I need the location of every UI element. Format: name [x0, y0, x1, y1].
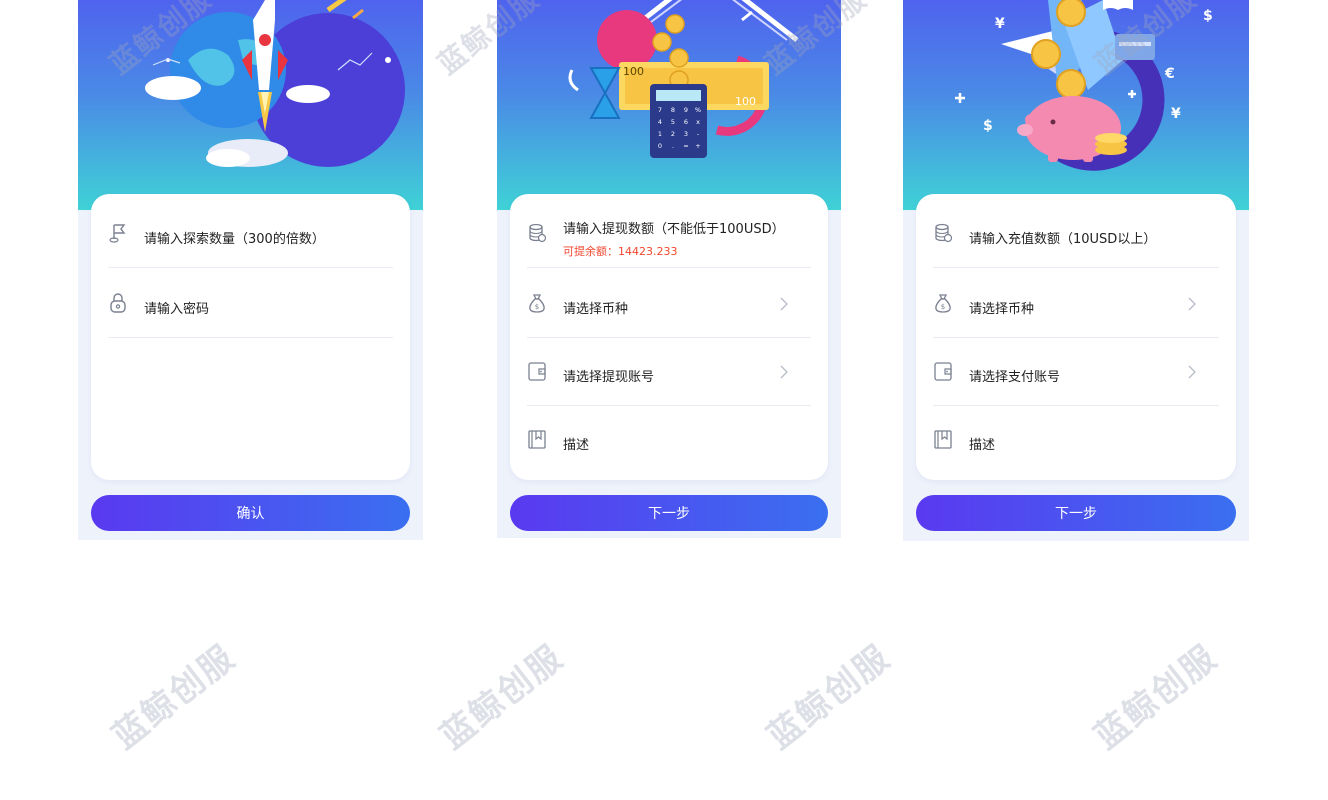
currency-symbol: ¥ [1171, 106, 1181, 122]
currency-symbol: $ [1203, 8, 1213, 24]
calculator-key: x [696, 118, 700, 126]
watermark: 蓝鲸创服 [760, 637, 899, 758]
screen-recharge: ¥ $ € ¥ $ 请输入充值数额（10USD以上） $ 请选择币种 请选择支付… [903, 0, 1249, 541]
withdraw-account-placeholder: 请选择提现账号 [563, 370, 655, 385]
banknote-value: 100 [735, 95, 756, 108]
form-card: 请输入探索数量（300的倍数） 请输入密码 [91, 194, 410, 480]
watermark: 蓝鲸创服 [1087, 637, 1226, 758]
description-field[interactable]: 描述 [933, 404, 1219, 474]
piggy-bank-icon: ¥ $ € ¥ $ [955, 0, 1213, 171]
calculator-key: 4 [658, 118, 662, 126]
explore-amount-placeholder: 请输入探索数量（300的倍数） [144, 232, 325, 247]
password-field[interactable]: 请输入密码 [108, 268, 393, 338]
currency-symbol: € [1164, 66, 1175, 82]
explore-amount-field[interactable]: 请输入探索数量（300的倍数） [108, 198, 393, 268]
wallet-icon [933, 360, 953, 382]
calculator-illustration: 100 100 7 8 9 % 4 5 6 x 1 2 3 - 0 . = + [497, 0, 841, 210]
form-card: 请输入提现数额（不能低于100USD） 可提余额：14423.233 $ 请选择… [510, 194, 828, 480]
calculator-key: 6 [684, 118, 688, 126]
money-bag-icon: $ [933, 292, 953, 314]
form-card: 请输入充值数额（10USD以上） $ 请选择币种 请选择支付账号 描述 [916, 194, 1236, 480]
available-balance: 可提余额：14423.233 [563, 245, 678, 258]
currency-select[interactable]: $ 请选择币种 [527, 268, 811, 338]
password-placeholder: 请输入密码 [144, 302, 210, 317]
calculator-key: 8 [671, 106, 675, 114]
calculator-key: 5 [671, 118, 675, 126]
currency-placeholder: 请选择币种 [969, 302, 1035, 317]
calculator-key: % [695, 106, 701, 114]
svg-text:$: $ [941, 303, 945, 311]
withdraw-account-select[interactable]: 请选择提现账号 [527, 336, 811, 406]
next-step-button[interactable]: 下一步 [510, 495, 828, 531]
calculator-key: 2 [671, 130, 675, 138]
flag-icon [108, 222, 128, 244]
calculator-key: 7 [658, 106, 662, 114]
chevron-right-icon [779, 364, 789, 379]
calculator-key: 9 [684, 106, 688, 114]
chevron-right-icon [779, 296, 789, 311]
currency-symbol: $ [983, 118, 993, 134]
payment-account-select[interactable]: 请选择支付账号 [933, 336, 1219, 406]
coin-stack-icon [933, 222, 953, 244]
description-placeholder: 描述 [563, 438, 590, 453]
screen-withdraw: 100 100 7 8 9 % 4 5 6 x 1 2 3 - 0 . = + … [497, 0, 841, 538]
wallet-icon [527, 360, 547, 382]
description-placeholder: 描述 [969, 438, 996, 453]
currency-placeholder: 请选择币种 [563, 302, 629, 317]
rocket-icon [145, 0, 405, 167]
lock-icon [108, 292, 128, 314]
rocket-illustration [78, 0, 423, 210]
withdraw-amount-field[interactable]: 请输入提现数额（不能低于100USD） 可提余额：14423.233 [527, 198, 811, 268]
calculator-key: 0 [658, 142, 662, 150]
piggy-bank-illustration: ¥ $ € ¥ $ [903, 0, 1249, 210]
calculator-key: = [683, 142, 688, 150]
screen-explore: 请输入探索数量（300的倍数） 请输入密码 确认 [78, 0, 423, 540]
next-step-button[interactable]: 下一步 [916, 495, 1236, 531]
calculator-key: 3 [684, 130, 688, 138]
book-icon [527, 428, 547, 450]
calculator-icon: 100 100 7 8 9 % 4 5 6 x 1 2 3 - 0 . = + [568, 0, 799, 158]
confirm-button[interactable]: 确认 [91, 495, 410, 531]
recharge-amount-placeholder: 请输入充值数额（10USD以上） [969, 232, 1157, 247]
chevron-right-icon [1187, 296, 1197, 311]
withdraw-amount-placeholder: 请输入提现数额（不能低于100USD） [563, 222, 785, 237]
calculator-key: + [695, 142, 700, 150]
book-icon [933, 428, 953, 450]
chevron-right-icon [1187, 364, 1197, 379]
payment-account-placeholder: 请选择支付账号 [969, 370, 1061, 385]
currency-symbol: ¥ [995, 16, 1005, 32]
watermark: 蓝鲸创服 [433, 637, 572, 758]
calculator-key: . [672, 142, 674, 150]
currency-select[interactable]: $ 请选择币种 [933, 268, 1219, 338]
coin-stack-icon [527, 222, 547, 244]
recharge-amount-field[interactable]: 请输入充值数额（10USD以上） [933, 198, 1219, 268]
banknote-value: 100 [623, 65, 644, 78]
svg-text:$: $ [535, 303, 539, 311]
calculator-key: 1 [658, 130, 662, 138]
description-field[interactable]: 描述 [527, 404, 811, 474]
money-bag-icon: $ [527, 292, 547, 314]
watermark: 蓝鲸创服 [105, 637, 244, 758]
